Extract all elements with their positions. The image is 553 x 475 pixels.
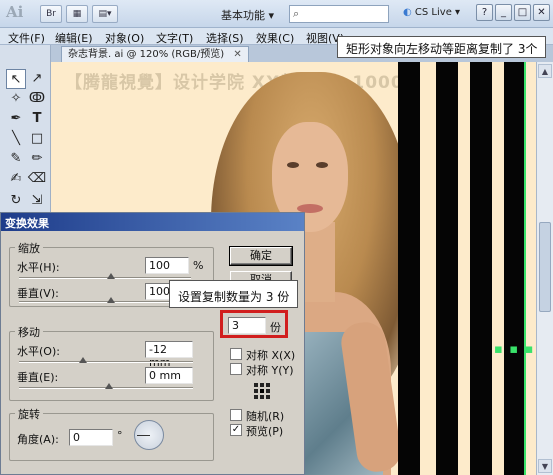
move-vertical-input[interactable]: 0 mm — [145, 367, 193, 384]
eraser-tool-icon[interactable]: ⌫ — [27, 169, 47, 189]
copies-highlight-box — [220, 310, 288, 338]
menu-select[interactable]: 选择(S) — [206, 30, 244, 46]
direct-selection-tool-icon[interactable]: ↗ — [27, 69, 47, 89]
search-icon: ⌕ — [293, 7, 300, 20]
menu-type[interactable]: 文字(T) — [156, 30, 193, 46]
annotation-callout-top: 矩形对象向左移动等距离复制了 3个 — [337, 36, 547, 58]
scale-horizontal-input[interactable]: 100 — [145, 257, 189, 274]
cs-live-icon: ◐ — [403, 7, 412, 18]
help-window-button[interactable]: ? — [476, 4, 493, 21]
move-horizontal-label: 水平(O): — [17, 345, 60, 358]
slider-thumb[interactable] — [105, 383, 113, 389]
stripe-original-selected[interactable] — [504, 62, 526, 475]
arrange-documents-button[interactable]: ▦ — [66, 5, 88, 23]
scale-vertical-label: 垂直(V): — [17, 287, 59, 300]
dialog-title: 变换效果 — [1, 213, 304, 231]
close-tab-icon[interactable]: ✕ — [233, 49, 241, 60]
degree-symbol: ° — [117, 429, 123, 442]
reflect-x-checkbox[interactable] — [230, 348, 242, 360]
illustrator-logo: Ai — [6, 3, 24, 21]
model-eye-left — [287, 162, 299, 168]
blob-brush-tool-icon[interactable]: ✍ — [6, 169, 26, 189]
brush-tool-icon[interactable]: ✎ — [6, 149, 26, 169]
scale-horizontal-percent: % — [193, 259, 204, 272]
model-eye-right — [316, 162, 328, 168]
move-vertical-label: 垂直(E): — [17, 371, 59, 384]
document-tab[interactable]: 杂志背景. ai @ 120% (RGB/预览) ✕ — [61, 46, 249, 62]
title-bar: Ai Br ▦ ▤▾ 基本功能 ▾ ⌕ ◐ CS Live ▾ ? _ □ ✕ — [0, 0, 553, 28]
scale-vertical-slider[interactable] — [19, 297, 169, 303]
line-tool-icon[interactable]: ╲ — [6, 129, 26, 149]
angle-label: 角度(A): — [17, 433, 59, 446]
menu-object[interactable]: 对象(O) — [105, 30, 144, 46]
scroll-down-icon[interactable]: ▼ — [538, 459, 552, 473]
preview-label: 预览(P) — [246, 425, 284, 438]
reflect-y-label: 对称 Y(Y) — [246, 364, 294, 377]
bridge-button[interactable]: Br — [40, 5, 62, 23]
scroll-up-icon[interactable]: ▲ — [538, 64, 552, 78]
cs-live-menu[interactable]: ◐ CS Live ▾ — [403, 7, 460, 18]
move-vertical-slider[interactable] — [19, 383, 193, 389]
menu-effect[interactable]: 效果(C) — [256, 30, 294, 46]
vertical-scrollbar[interactable]: ▲ ▼ — [536, 62, 553, 475]
move-horizontal-input[interactable]: -12 mm — [145, 341, 193, 369]
annotation-callout-copies: 设置复制数量为 3 份 — [169, 280, 299, 308]
view-mode-button[interactable]: ▤▾ — [92, 5, 118, 23]
slider-thumb[interactable] — [107, 297, 115, 303]
preview-checkbox[interactable]: ✓ — [230, 424, 242, 436]
reference-point-icon[interactable] — [254, 383, 270, 399]
menu-edit[interactable]: 编辑(E) — [55, 30, 93, 46]
slider-thumb[interactable] — [107, 273, 115, 279]
selection-anchor-points: ▪ ▪ ▪ — [494, 342, 535, 357]
lasso-tool-icon[interactable]: ↂ — [27, 89, 47, 109]
close-window-button[interactable]: ✕ — [533, 4, 550, 21]
maximize-button[interactable]: □ — [514, 4, 531, 21]
document-tab-label: 杂志背景. ai @ 120% (RGB/预览) — [68, 49, 225, 60]
random-label: 随机(R) — [246, 410, 285, 423]
tools-panel: ↖ ↗ ✧ ↂ ✒ T ╲ □ ✎ ✏ ✍ ⌫ ↻ ⇲ — [0, 45, 51, 215]
reflect-y-checkbox[interactable] — [230, 363, 242, 375]
angle-dial-icon[interactable] — [134, 420, 164, 450]
reflect-x-label: 对称 X(X) — [246, 349, 296, 362]
move-group-label: 移动 — [15, 324, 43, 340]
angle-input[interactable]: 0 — [69, 429, 113, 446]
scale-tool-icon[interactable]: ⇲ — [27, 191, 47, 211]
stripe-copy-2[interactable] — [436, 62, 458, 475]
rectangle-tool-icon[interactable]: □ — [27, 129, 47, 149]
random-checkbox[interactable] — [230, 409, 242, 421]
slider-thumb[interactable] — [79, 357, 87, 363]
menu-file[interactable]: 文件(F) — [8, 30, 45, 46]
search-input[interactable]: ⌕ — [289, 5, 389, 23]
type-tool-icon[interactable]: T — [27, 109, 47, 129]
scale-horizontal-slider[interactable] — [19, 273, 191, 279]
pen-tool-icon[interactable]: ✒ — [6, 109, 26, 129]
stripe-copy-3[interactable] — [470, 62, 492, 475]
scroll-thumb[interactable] — [539, 222, 551, 312]
stripe-copy-1[interactable] — [398, 62, 420, 475]
transform-effect-dialog: 变换效果 缩放 水平(H): 100 % 垂直(V): 100 确定 取消 3 … — [0, 212, 305, 475]
cs-live-label: CS Live ▾ — [414, 7, 461, 18]
pencil-tool-icon[interactable]: ✏ — [27, 149, 47, 169]
ok-button[interactable]: 确定 — [229, 246, 293, 266]
scale-group-label: 缩放 — [15, 240, 43, 256]
rotate-tool-icon[interactable]: ↻ — [6, 191, 26, 211]
selection-tool-icon[interactable]: ↖ — [6, 69, 26, 89]
move-horizontal-slider[interactable] — [19, 357, 193, 363]
workspace-switcher[interactable]: 基本功能 ▾ — [221, 7, 274, 23]
magic-wand-tool-icon[interactable]: ✧ — [6, 89, 26, 109]
minimize-button[interactable]: _ — [495, 4, 512, 21]
scale-horizontal-label: 水平(H): — [17, 261, 60, 274]
rotate-group-label: 旋转 — [15, 406, 43, 422]
